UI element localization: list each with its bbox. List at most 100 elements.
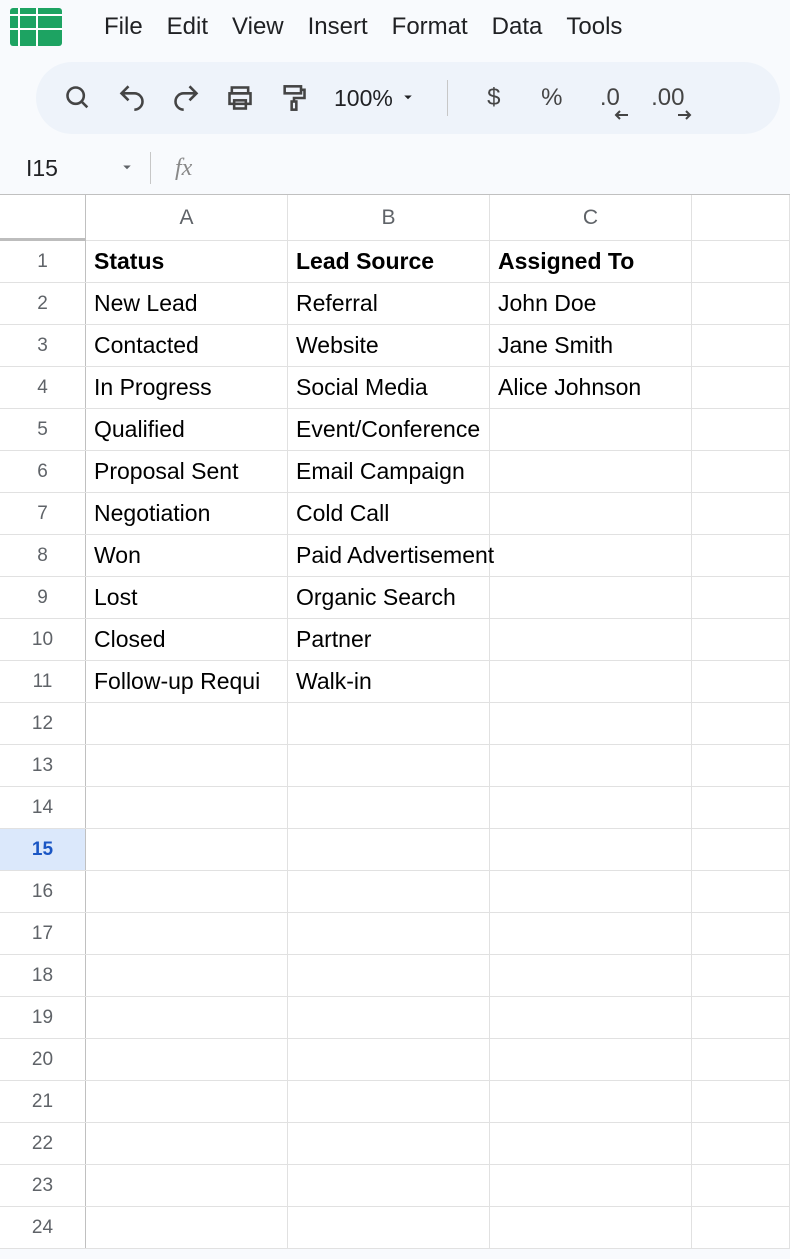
cell[interactable]: Social Media — [288, 367, 490, 408]
cell[interactable] — [692, 1039, 790, 1080]
row-header[interactable]: 10 — [0, 619, 86, 660]
row-header[interactable]: 6 — [0, 451, 86, 492]
cell[interactable]: Organic Search — [288, 577, 490, 618]
cell[interactable] — [692, 325, 790, 366]
cell[interactable] — [490, 661, 692, 702]
cell[interactable]: Partner — [288, 619, 490, 660]
cell[interactable] — [86, 871, 288, 912]
menu-insert[interactable]: Insert — [308, 13, 368, 41]
cell[interactable] — [692, 241, 790, 282]
row-header[interactable]: 9 — [0, 577, 86, 618]
zoom-dropdown[interactable]: 100% — [328, 85, 423, 112]
cell[interactable]: Cold Call — [288, 493, 490, 534]
cell[interactable]: Assigned To — [490, 241, 692, 282]
redo-icon[interactable] — [166, 78, 206, 118]
cell[interactable]: Won — [86, 535, 288, 576]
cell[interactable] — [692, 367, 790, 408]
row-header[interactable]: 13 — [0, 745, 86, 786]
cell[interactable] — [288, 1081, 490, 1122]
cell[interactable] — [86, 1039, 288, 1080]
column-header-C[interactable]: C — [490, 195, 692, 240]
cell[interactable] — [288, 829, 490, 870]
cell[interactable]: Negotiation — [86, 493, 288, 534]
cell[interactable]: Qualified — [86, 409, 288, 450]
menu-data[interactable]: Data — [492, 13, 543, 41]
row-header[interactable]: 24 — [0, 1207, 86, 1248]
cell[interactable] — [86, 703, 288, 744]
cell[interactable] — [288, 1165, 490, 1206]
menu-tools[interactable]: Tools — [566, 13, 622, 41]
row-header[interactable]: 14 — [0, 787, 86, 828]
cell[interactable] — [288, 871, 490, 912]
cell[interactable] — [490, 409, 692, 450]
cell[interactable] — [288, 1207, 490, 1248]
row-header[interactable]: 5 — [0, 409, 86, 450]
cell[interactable] — [86, 829, 288, 870]
cell[interactable] — [692, 745, 790, 786]
cell[interactable] — [692, 1123, 790, 1164]
cell[interactable] — [692, 787, 790, 828]
menu-edit[interactable]: Edit — [167, 13, 208, 41]
cell[interactable]: Closed — [86, 619, 288, 660]
cell[interactable] — [692, 661, 790, 702]
cell[interactable] — [86, 997, 288, 1038]
undo-icon[interactable] — [112, 78, 152, 118]
cell[interactable]: Lost — [86, 577, 288, 618]
cell[interactable] — [692, 535, 790, 576]
row-header[interactable]: 22 — [0, 1123, 86, 1164]
cell[interactable] — [692, 283, 790, 324]
cell[interactable] — [692, 1207, 790, 1248]
cell[interactable] — [490, 535, 692, 576]
cell[interactable] — [490, 1207, 692, 1248]
row-header[interactable]: 16 — [0, 871, 86, 912]
row-header[interactable]: 19 — [0, 997, 86, 1038]
cell[interactable] — [692, 451, 790, 492]
cell[interactable] — [490, 1039, 692, 1080]
cell[interactable] — [490, 955, 692, 996]
row-header[interactable]: 21 — [0, 1081, 86, 1122]
row-header[interactable]: 23 — [0, 1165, 86, 1206]
column-header-extra[interactable] — [692, 195, 790, 240]
cell[interactable] — [288, 1039, 490, 1080]
cell[interactable] — [692, 577, 790, 618]
cell[interactable]: Alice Johnson — [490, 367, 692, 408]
cell[interactable] — [692, 493, 790, 534]
row-header[interactable]: 8 — [0, 535, 86, 576]
cell[interactable] — [288, 997, 490, 1038]
search-icon[interactable] — [58, 78, 98, 118]
cell[interactable] — [490, 619, 692, 660]
menu-file[interactable]: File — [104, 13, 143, 41]
cell[interactable] — [288, 913, 490, 954]
cell[interactable] — [86, 745, 288, 786]
paint-format-icon[interactable] — [274, 78, 314, 118]
cell[interactable] — [692, 997, 790, 1038]
formula-input[interactable] — [206, 154, 780, 182]
cell[interactable] — [490, 913, 692, 954]
cell[interactable] — [86, 1081, 288, 1122]
cell[interactable]: Event/Conference — [288, 409, 490, 450]
cell[interactable] — [86, 1165, 288, 1206]
cell[interactable] — [490, 493, 692, 534]
row-header[interactable]: 11 — [0, 661, 86, 702]
cell[interactable]: New Lead — [86, 283, 288, 324]
cell[interactable] — [490, 1123, 692, 1164]
cell[interactable]: Jane Smith — [490, 325, 692, 366]
cell[interactable]: Contacted — [86, 325, 288, 366]
cell[interactable] — [490, 1165, 692, 1206]
cell[interactable]: John Doe — [490, 283, 692, 324]
menu-format[interactable]: Format — [392, 13, 468, 41]
cell[interactable]: Referral — [288, 283, 490, 324]
cell[interactable] — [490, 577, 692, 618]
decrease-decimal-button[interactable]: .0 — [588, 78, 632, 118]
cell[interactable] — [490, 745, 692, 786]
cell[interactable] — [288, 1123, 490, 1164]
format-percent-button[interactable]: % — [530, 78, 574, 118]
cell[interactable] — [86, 787, 288, 828]
row-header[interactable]: 1 — [0, 241, 86, 282]
cell[interactable] — [288, 787, 490, 828]
cell[interactable] — [288, 745, 490, 786]
cell[interactable] — [490, 1081, 692, 1122]
cell[interactable] — [86, 955, 288, 996]
cell[interactable]: Website — [288, 325, 490, 366]
cell[interactable] — [692, 1081, 790, 1122]
